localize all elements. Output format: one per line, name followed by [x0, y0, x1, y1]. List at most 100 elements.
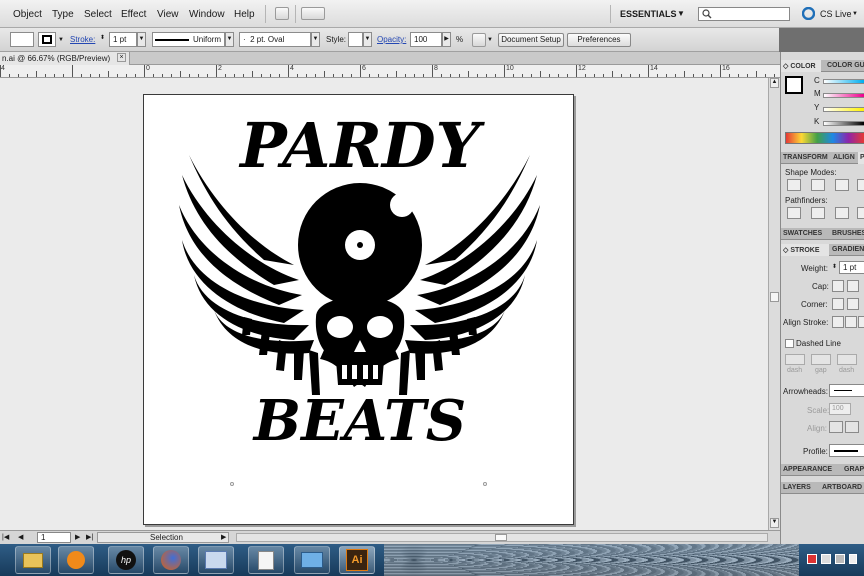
document-tab[interactable]: n.ai @ 66.67% (RGB/Preview) × [0, 52, 130, 65]
tray-battery-icon[interactable] [849, 554, 857, 564]
previous-artboard-icon[interactable]: ◀ [18, 533, 23, 541]
tab-artboards[interactable]: ARTBOARD [820, 482, 864, 494]
cs-live-icon[interactable] [802, 7, 815, 20]
h-scroll-thumb[interactable] [495, 534, 507, 541]
tab-layers[interactable]: LAYERS [781, 482, 819, 494]
scroll-down-icon[interactable]: ▼ [770, 518, 779, 528]
tab-swatches[interactable]: SWATCHES [781, 228, 829, 240]
weight-field[interactable]: 1 pt [839, 261, 864, 274]
style-dropdown-icon[interactable]: ▼ [363, 32, 372, 47]
recolor-artwork-icon[interactable] [472, 33, 486, 47]
tray-network-icon[interactable] [821, 554, 831, 564]
search-input[interactable] [698, 7, 790, 21]
tab-brushes[interactable]: BRUSHES [830, 228, 864, 240]
graphic-style-swatch[interactable] [348, 32, 363, 47]
tab-align[interactable]: ALIGN [831, 152, 857, 164]
recolor-chevron-icon[interactable]: ▼ [487, 37, 493, 43]
scroll-thumb[interactable] [770, 292, 779, 302]
profile-select[interactable] [829, 444, 864, 457]
fill-swatch[interactable] [10, 32, 34, 47]
opacity-dropdown-icon[interactable]: ▶ [442, 32, 451, 47]
scroll-up-icon[interactable]: ▲ [770, 78, 779, 88]
document-setup-button[interactable]: Document Setup [498, 33, 564, 47]
dash-field-1[interactable] [785, 354, 805, 365]
black-slider[interactable] [823, 121, 864, 126]
menu-window[interactable]: Window [189, 9, 225, 20]
vertical-scrollbar[interactable]: ▲ ▼ [768, 78, 780, 530]
unite-icon[interactable] [787, 179, 801, 191]
arrow-align-tip-icon[interactable] [829, 421, 843, 433]
stroke-swatch-chevron-icon[interactable]: ▼ [58, 37, 64, 43]
next-artboard-icon[interactable]: ▶ [75, 533, 80, 541]
status-menu-icon[interactable]: ▶ [221, 533, 226, 541]
menu-effect[interactable]: Effect [121, 9, 146, 20]
tab-appearance[interactable]: APPEARANCE [781, 464, 841, 476]
align-inside-icon[interactable] [845, 316, 857, 328]
cs-live-chevron-icon[interactable]: ▼ [852, 11, 858, 17]
crop-icon[interactable] [857, 207, 864, 219]
preferences-button[interactable]: Preferences [567, 33, 631, 47]
scale-field[interactable]: 100 [829, 403, 851, 415]
canvas-area[interactable]: PARDY BEATS [0, 78, 768, 530]
color-spectrum[interactable] [785, 132, 864, 144]
last-artboard-icon[interactable]: ▶| [86, 533, 93, 541]
dashed-line-checkbox[interactable] [785, 339, 794, 348]
miter-join-icon[interactable] [832, 298, 844, 310]
brush-definition[interactable]: · 2 pt. Oval [239, 32, 311, 47]
artboard-number[interactable]: 1 [37, 532, 71, 543]
divide-icon[interactable] [787, 207, 801, 219]
tab-graphic-styles[interactable]: GRAP [842, 464, 864, 476]
align-outside-icon[interactable] [858, 316, 864, 328]
merge-icon[interactable] [835, 207, 849, 219]
notepad-icon[interactable] [248, 546, 284, 574]
opacity-label[interactable]: Opacity: [377, 35, 406, 44]
align-center-icon[interactable] [832, 316, 844, 328]
stroke-weight-dropdown-icon[interactable]: ▼ [137, 32, 146, 47]
round-cap-icon[interactable] [847, 280, 859, 292]
yellow-slider[interactable] [823, 107, 864, 112]
opacity-field[interactable]: 100 [410, 32, 442, 47]
menu-type[interactable]: Type [52, 9, 74, 20]
tray-volume-icon[interactable] [835, 554, 845, 564]
illustrator-icon[interactable]: Ai [339, 546, 375, 574]
tab-color[interactable]: ◇ COLOR [781, 60, 821, 72]
workspace-switcher[interactable]: ESSENTIALS [620, 9, 677, 19]
gap-field-1[interactable] [811, 354, 831, 365]
bridge-icon[interactable] [275, 7, 289, 20]
menu-select[interactable]: Select [84, 9, 112, 20]
minus-front-icon[interactable] [811, 179, 825, 191]
arrowhead-start-select[interactable] [829, 384, 864, 397]
stroke-weight-field[interactable]: 1 pt [109, 32, 137, 47]
round-join-icon[interactable] [847, 298, 859, 310]
fill-stroke-icon[interactable] [785, 76, 803, 94]
tab-color-guide[interactable]: COLOR GU [825, 60, 864, 72]
firefox-icon[interactable] [153, 546, 189, 574]
paint-icon[interactable] [198, 546, 234, 574]
tab-stroke[interactable]: ◇ STROKE [781, 244, 829, 256]
remote-desktop-icon[interactable] [294, 546, 330, 574]
trim-icon[interactable] [811, 207, 825, 219]
tab-pathfinder[interactable]: P [858, 152, 864, 164]
stroke-label[interactable]: Stroke: [70, 35, 95, 44]
butt-cap-icon[interactable] [832, 280, 844, 292]
close-tab-icon[interactable]: × [117, 53, 126, 62]
artboard[interactable]: PARDY BEATS [143, 94, 574, 525]
brush-dropdown-icon[interactable]: ▼ [311, 32, 320, 47]
first-artboard-icon[interactable]: |◀ [2, 533, 9, 541]
tab-transform[interactable]: TRANSFORM [781, 152, 829, 164]
intersect-icon[interactable] [835, 179, 849, 191]
stroke-stepper-icon[interactable]: ⬍ [100, 34, 105, 41]
magenta-slider[interactable] [823, 93, 864, 98]
tab-gradient[interactable]: GRADIEN [830, 244, 864, 256]
status-tool-display[interactable]: Selection [97, 532, 229, 543]
pardy-beats-logo[interactable]: PARDY BEATS [144, 95, 575, 526]
tray-alert-icon[interactable] [807, 554, 817, 564]
profile-dropdown-icon[interactable]: ▼ [225, 32, 234, 47]
hp-icon[interactable]: hp [108, 546, 144, 574]
stroke-swatch[interactable] [38, 32, 56, 47]
horizontal-scrollbar[interactable] [236, 533, 768, 542]
menu-object[interactable]: Object [13, 9, 42, 20]
file-explorer-icon[interactable] [15, 546, 51, 574]
menu-view[interactable]: View [157, 9, 179, 20]
arrange-documents-icon[interactable] [301, 7, 325, 20]
